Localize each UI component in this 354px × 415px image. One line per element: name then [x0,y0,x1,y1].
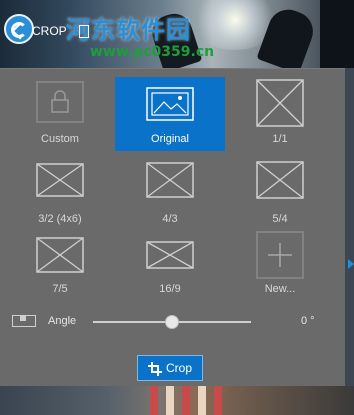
ratio-box-icon [146,241,194,269]
crop-header[interactable]: CROP [10,22,89,40]
photo-stripe [166,386,174,415]
image-icon [146,87,194,121]
expand-arrow-icon[interactable] [348,259,354,269]
crop-icon [147,362,162,376]
photo-stripe [214,386,222,415]
crop-option-5-4[interactable]: 5/4 [225,157,335,231]
plus-icon [256,231,304,279]
document-icon [78,24,89,38]
side-photo-strip [345,68,354,386]
crop-button[interactable]: Crop [137,355,203,381]
ratio-box-icon [146,162,194,198]
photo-stripe [182,386,190,415]
crop-option-label: Custom [41,133,79,145]
background-photo-bottom [0,386,354,415]
crop-panel: Custom Original 1/1 3/2 (4x6) 4/3 5/4 7/… [0,68,345,387]
angle-icon [12,315,36,327]
photo-stripe [198,386,206,415]
photo-shadow [320,0,354,68]
crop-option-label: 4/3 [162,213,178,225]
crop-option-3-2[interactable]: 3/2 (4x6) [5,157,115,231]
crop-option-label: 16/9 [159,283,181,295]
crop-option-label: 3/2 (4x6) [38,213,82,225]
angle-label: Angle [48,315,77,327]
crop-option-label: 5/4 [272,213,288,225]
angle-slider-thumb[interactable] [165,315,179,329]
crop-button-label: Crop [165,361,192,375]
back-arrow-icon[interactable] [11,22,29,40]
crop-option-new[interactable]: New... [225,227,335,301]
crop-option-16-9[interactable]: 16/9 [115,227,225,301]
watermark-url: www.pc0359.cn [90,44,215,60]
ratio-box-icon [36,163,84,197]
ratio-box-icon [36,237,84,273]
lock-icon [36,81,84,123]
angle-value: 0 ° [301,315,315,327]
crop-option-label: 7/5 [52,283,68,295]
photo-stripe [150,386,158,415]
crop-option-1-1[interactable]: 1/1 [225,77,335,151]
crop-option-label: 1/1 [272,133,288,145]
crop-option-7-5[interactable]: 7/5 [5,227,115,301]
angle-control: Angle 0 ° [0,309,345,335]
crop-option-original[interactable]: Original [115,77,225,151]
crop-option-label: Original [151,133,189,145]
ratio-box-icon [256,161,304,199]
ratio-box-icon [256,79,304,127]
crop-option-label: New... [264,283,296,295]
crop-option-4-3[interactable]: 4/3 [115,157,225,231]
crop-option-custom[interactable]: Custom [5,77,115,151]
crop-header-title: CROP [32,24,67,38]
